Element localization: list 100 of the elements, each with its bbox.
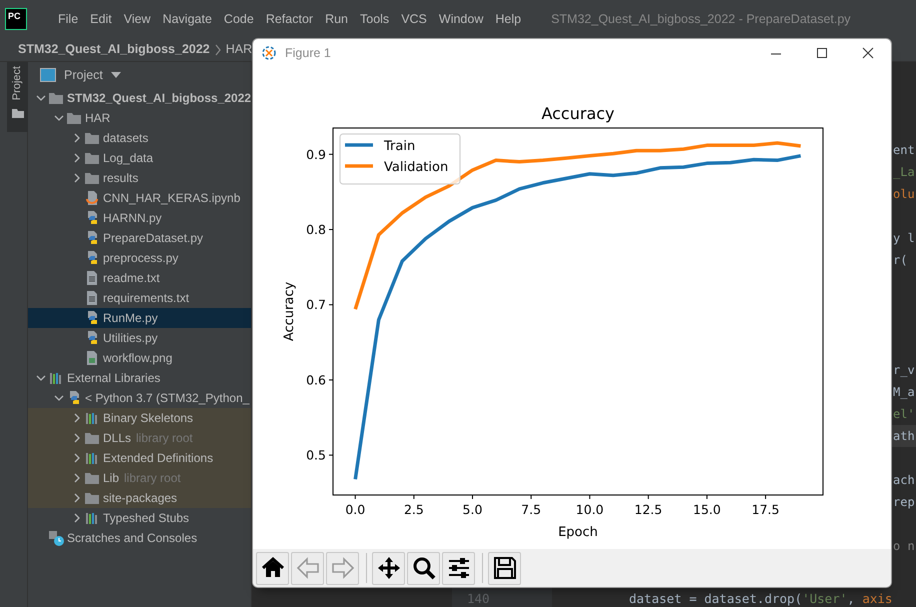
tree-item-label: preprocess.py bbox=[103, 250, 178, 267]
notebook-icon bbox=[84, 190, 100, 206]
tick-label: 0.8 bbox=[306, 222, 326, 238]
tree-item[interactable]: Lib library root bbox=[28, 468, 251, 488]
legend-swatch bbox=[345, 164, 373, 168]
tick-label: 0.6 bbox=[306, 372, 326, 388]
tree-item[interactable]: datasets bbox=[28, 128, 251, 148]
code-fragment: ach bbox=[893, 472, 915, 489]
pan-button[interactable] bbox=[372, 552, 405, 584]
app-logo: PC bbox=[5, 8, 27, 30]
menu-item[interactable]: Run bbox=[319, 10, 354, 28]
tree-item[interactable]: < Python 3.7 (STM32_Python_ bbox=[28, 388, 251, 408]
tree-item[interactable]: site-packages bbox=[28, 488, 251, 508]
tree-item[interactable]: Log_data bbox=[28, 148, 251, 168]
zoom-button[interactable] bbox=[407, 552, 440, 584]
folder-icon bbox=[84, 150, 100, 166]
tree-item-label: Log_data bbox=[103, 150, 154, 167]
panel-title[interactable]: Project bbox=[64, 66, 103, 84]
tree-item[interactable]: External Libraries bbox=[28, 368, 251, 388]
library-icon bbox=[84, 410, 100, 426]
tick-label: 12.5 bbox=[634, 502, 662, 517]
tick-label: 7.5 bbox=[521, 502, 542, 517]
legend-swatch bbox=[345, 143, 373, 147]
caret-icon bbox=[110, 72, 121, 78]
home-button[interactable] bbox=[256, 552, 289, 584]
folder-icon bbox=[84, 490, 100, 506]
tree-item[interactable]: preprocess.py bbox=[28, 248, 251, 268]
tick-mark bbox=[765, 494, 766, 500]
menu-item[interactable]: Help bbox=[489, 10, 528, 28]
tick-mark bbox=[354, 494, 356, 500]
tick-label: 10.0 bbox=[576, 502, 604, 517]
configure-button[interactable] bbox=[442, 552, 475, 584]
tree-item[interactable]: results bbox=[28, 168, 251, 188]
tree-item-label: PrepareDataset.py bbox=[103, 230, 204, 247]
menu-item[interactable]: Tools bbox=[354, 10, 396, 28]
tree-item-hint: library root bbox=[124, 470, 181, 487]
tick-mark bbox=[589, 494, 590, 500]
tree-item-label: Extended Definitions bbox=[103, 450, 214, 467]
menu-item[interactable]: View bbox=[118, 10, 157, 28]
tree-item[interactable]: HAR bbox=[28, 108, 251, 128]
window-title: Figure 1 bbox=[285, 44, 332, 62]
tree-item[interactable]: requirements.txt bbox=[28, 288, 251, 308]
folder-icon bbox=[48, 90, 64, 106]
tree-item[interactable]: Typeshed Stubs bbox=[28, 508, 251, 528]
tick-mark bbox=[328, 304, 334, 306]
axis-label: Accuracy bbox=[282, 282, 297, 342]
tree-item-label: results bbox=[103, 170, 138, 187]
menu-item[interactable]: Window bbox=[432, 10, 490, 28]
menu-item[interactable]: File bbox=[52, 10, 84, 28]
folder-icon bbox=[12, 108, 24, 118]
menu-item[interactable]: Code bbox=[218, 10, 260, 28]
tick-label: 0.0 bbox=[345, 502, 366, 517]
tree-item[interactable]: Scratches and Consoles bbox=[28, 528, 251, 548]
tick-mark bbox=[648, 494, 649, 500]
tree-item-label: Lib bbox=[103, 470, 120, 487]
folder-icon bbox=[84, 130, 100, 146]
tree-item-label: Scratches and Consoles bbox=[67, 530, 198, 547]
tree-item-label: DLLs bbox=[103, 430, 132, 447]
tree-item[interactable]: PrepareDataset.py bbox=[28, 228, 251, 248]
legend-label: Train bbox=[384, 139, 416, 154]
code-fragment: _La bbox=[893, 164, 915, 181]
tree-item-label: RunMe.py bbox=[103, 310, 158, 327]
code-line: dataset = dataset.drop('User', axis bbox=[629, 590, 892, 607]
tree-item[interactable]: CNN_HAR_KERAS.ipynb bbox=[28, 188, 251, 208]
axis-label: Epoch bbox=[558, 525, 598, 540]
tick-label: 2.5 bbox=[404, 502, 424, 517]
library-icon bbox=[84, 510, 100, 526]
tree-item[interactable]: RunMe.py bbox=[28, 308, 251, 328]
code-fragment: M_a bbox=[893, 384, 915, 401]
tree-item[interactable]: DLLs library root bbox=[28, 428, 251, 448]
window-title: STM32_Quest_AI_bigboss_2022 - PrepareDataset.py bbox=[551, 10, 851, 28]
code-fragment: r_v bbox=[893, 362, 915, 379]
tree-item[interactable]: Extended Definitions bbox=[28, 448, 251, 468]
menu-item[interactable]: VCS bbox=[395, 10, 433, 28]
save-button[interactable] bbox=[488, 552, 521, 584]
code-fragment: ent bbox=[893, 142, 915, 159]
tree-item-label: CNN_HAR_KERAS.ipynb bbox=[103, 190, 240, 207]
chevron-icon bbox=[214, 44, 222, 56]
tick-mark bbox=[328, 379, 334, 380]
breadcrumb-item[interactable]: STM32_Quest_AI_bigboss_2022 bbox=[18, 40, 210, 59]
tree-item[interactable]: readme.txt bbox=[28, 268, 251, 288]
tree-item[interactable]: Binary Skeletons bbox=[28, 408, 251, 428]
tree-item[interactable]: Utilities.py bbox=[28, 328, 251, 348]
tick-label: 17.5 bbox=[752, 502, 780, 517]
tree-item[interactable]: HARNN.py bbox=[28, 208, 251, 228]
tool-tab-label: Project bbox=[10, 66, 24, 100]
code-fragment: olu bbox=[893, 186, 915, 203]
tree-item[interactable]: workflow.png bbox=[28, 348, 251, 368]
folder-icon bbox=[84, 430, 100, 446]
tree-item-label: workflow.png bbox=[103, 350, 172, 367]
menu-item[interactable]: Refactor bbox=[260, 10, 320, 28]
chart-title: Accuracy bbox=[541, 104, 615, 123]
tick-mark bbox=[706, 494, 708, 500]
code-fragment: el' bbox=[893, 406, 915, 423]
menu-item[interactable]: Edit bbox=[84, 10, 118, 28]
tree-item[interactable]: STM32_Quest_AI_bigboss_2022 bbox=[28, 88, 251, 108]
breadcrumb-item[interactable]: HAR bbox=[226, 40, 252, 59]
tick-mark bbox=[328, 154, 334, 155]
tree-item-label: Binary Skeletons bbox=[103, 410, 194, 427]
menu-item[interactable]: Navigate bbox=[156, 10, 218, 28]
